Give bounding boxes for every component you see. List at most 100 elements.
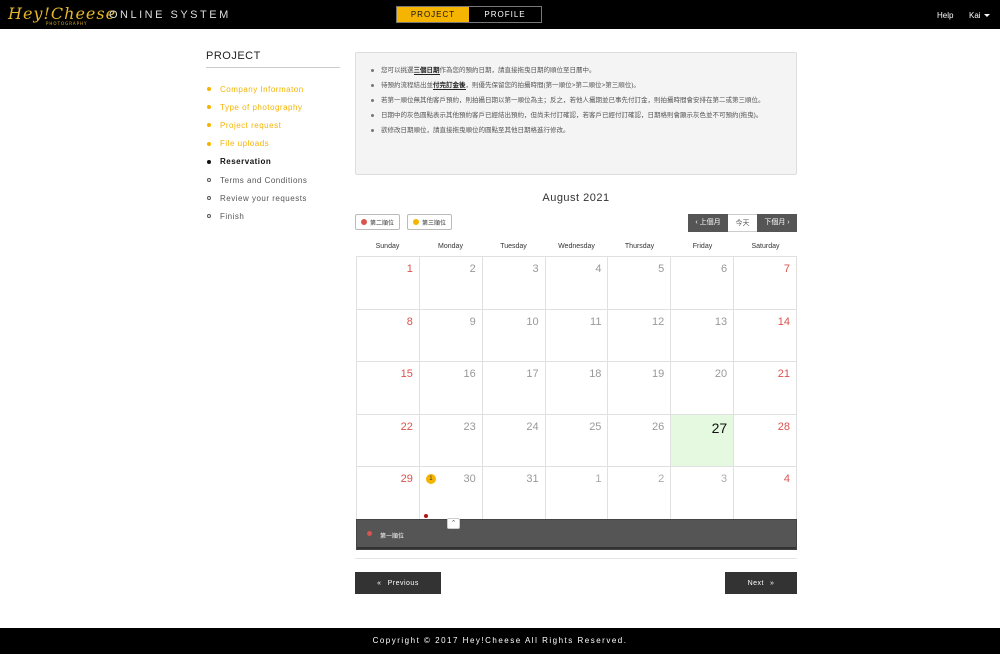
calendar-day[interactable]: 4 <box>734 467 798 520</box>
calendar-day[interactable]: 2 <box>419 257 483 310</box>
calendar-day[interactable]: 14 <box>734 309 798 362</box>
step-type-of-photography[interactable]: Type of photography <box>206 98 307 116</box>
instruction-item: 若第一順位無其他客戶預約，則拍攝日期以第一順位為主；反之，若他人攝期並已事先付訂… <box>370 95 782 106</box>
instruction-text: 日期中的灰色圓點表示其他預約客戶已經結出預約，但尚未付訂確認，若客戶已經付訂確認… <box>381 112 763 119</box>
reservation-badge[interactable]: 1 <box>425 474 436 484</box>
step-dot-icon <box>207 87 211 92</box>
calendar-day[interactable]: 3 <box>671 467 735 520</box>
weekday-label: Friday <box>692 243 713 250</box>
next-month-button[interactable]: 下個月 › <box>757 214 797 232</box>
instruction-emphasis: 三個日期 <box>413 67 440 75</box>
calendar-day[interactable]: 25 <box>545 414 609 467</box>
calendar-day[interactable]: 1 <box>545 467 609 520</box>
step-review-requests[interactable]: Review your requests <box>206 189 307 207</box>
calendar-day[interactable]: 10 <box>482 309 546 362</box>
calendar-day-today[interactable]: 27 <box>671 414 735 467</box>
step-finish[interactable]: Finish <box>206 207 307 225</box>
first-priority-dot-icon[interactable] <box>367 531 372 536</box>
day-number: 18 <box>589 368 602 380</box>
next-button[interactable]: Next » <box>725 572 797 594</box>
calendar-day[interactable]: 20 <box>671 362 735 415</box>
calendar-day[interactable]: 5 <box>608 257 672 310</box>
day-number: 4 <box>783 473 791 485</box>
calendar-day[interactable]: 24 <box>482 414 546 467</box>
logo-subtitle: PHOTOGRAPHY <box>46 21 88 26</box>
calendar-day[interactable]: 1 <box>357 257 420 310</box>
prev-month-button[interactable]: ‹ 上個月 <box>688 214 728 232</box>
legend-third-priority[interactable]: 第三順位 <box>407 214 453 230</box>
calendar-grid: 1 2 3 4 5 6 7 8 9 10 11 12 13 14 15 16 17 18 19 20 21 22 23 24 2… <box>356 256 798 520</box>
calendar-day[interactable]: 11 <box>545 309 609 362</box>
instruction-text: 作為您的預約日期，請直接拖曳日期的順位至日曆中。 <box>439 67 596 74</box>
yellow-dot-icon <box>413 219 419 225</box>
day-number: 15 <box>400 368 413 380</box>
day-number: 2 <box>469 263 476 275</box>
step-terms-and-conditions[interactable]: Terms and Conditions <box>206 171 307 189</box>
day-number: 8 <box>406 315 413 328</box>
user-name: Kai <box>969 11 981 20</box>
collapse-handle[interactable]: ⌃ <box>447 518 460 529</box>
calendar-day[interactable]: 8 <box>357 309 420 362</box>
day-number: 1 <box>595 473 602 485</box>
day-number: 22 <box>400 420 413 433</box>
day-number: 25 <box>589 420 602 433</box>
tab-profile[interactable]: PROFILE <box>469 7 541 22</box>
tab-group: PROJECT PROFILE <box>396 6 542 23</box>
day-number: 7 <box>783 263 791 275</box>
instruction-item: 日期中的灰色圓點表示其他預約客戶已經結出預約，但尚未付訂確認，若客戶已經付訂確認… <box>370 110 782 121</box>
day-number: 9 <box>469 315 476 328</box>
first-priority-label: 第一順位 <box>380 534 405 540</box>
calendar-day[interactable]: 26 <box>608 414 672 467</box>
calendar-day[interactable]: 19 <box>608 362 672 415</box>
priority-tray: 第一順位 <box>356 519 797 550</box>
legend-second-priority[interactable]: 第二順位 <box>355 214 401 230</box>
calendar-day[interactable]: 13 <box>671 309 735 362</box>
day-number: 31 <box>526 473 539 485</box>
calendar-day[interactable]: 21 <box>734 362 798 415</box>
divider <box>355 558 797 559</box>
calendar-day[interactable]: 6 <box>671 257 735 310</box>
calendar-day[interactable]: 30 1 <box>419 467 483 520</box>
calendar-day[interactable]: 17 <box>482 362 546 415</box>
calendar-day[interactable]: 18 <box>545 362 609 415</box>
instruction-text: 若第一順位無其他客戶預約，則拍攝日期以第一順位為主；反之，若他人攝期並已事先付訂… <box>381 97 765 104</box>
calendar-day[interactable]: 3 <box>482 257 546 310</box>
instruction-text: 您可以挑選 <box>381 67 414 74</box>
calendar-day[interactable]: 2 <box>608 467 672 520</box>
calendar-day[interactable]: 22 <box>357 414 420 467</box>
legend-label: 第三順位 <box>422 220 447 227</box>
calendar-day[interactable]: 12 <box>608 309 672 362</box>
calendar-day[interactable]: 31 <box>482 467 546 520</box>
instructions-list: 您可以挑選三個日期作為您的預約日期，請直接拖曳日期的順位至日曆中。 待預約流程結出… <box>370 65 782 136</box>
step-label: Type of photography <box>220 102 303 112</box>
calendar-day[interactable]: 23 <box>419 414 483 467</box>
step-label: Project request <box>220 120 282 130</box>
calendar-day[interactable]: 7 <box>734 257 798 310</box>
calendar-day[interactable]: 4 <box>545 257 609 310</box>
today-button[interactable]: 今天 <box>728 214 757 232</box>
month-title: August 2021 <box>542 192 610 204</box>
calendar-day[interactable]: 9 <box>419 309 483 362</box>
step-company-information[interactable]: Company Informaton <box>206 80 307 98</box>
calendar-day[interactable]: 28 <box>734 414 798 467</box>
day-number: 17 <box>526 368 539 380</box>
calendar-day[interactable]: 16 <box>419 362 483 415</box>
step-reservation[interactable]: Reservation <box>206 153 307 171</box>
help-link[interactable]: Help <box>937 11 953 20</box>
calendar-day[interactable]: 15 <box>357 362 420 415</box>
step-file-uploads[interactable]: File uploads <box>206 135 307 153</box>
tab-project[interactable]: PROJECT <box>397 7 469 22</box>
weekday-label: Sunday <box>375 243 400 250</box>
previous-button[interactable]: « Previous <box>355 572 441 594</box>
day-number: 10 <box>526 315 539 328</box>
weekday-header: Sunday Monday Tuesday Wednesday Thursday Frid… <box>356 243 797 250</box>
calendar-nav: ‹ 上個月 今天 下個月 › <box>688 214 797 232</box>
step-dot-icon <box>207 159 211 164</box>
day-number: 11 <box>590 315 602 328</box>
calendar-week: 8 9 10 11 12 13 14 <box>357 309 798 362</box>
day-number: 16 <box>463 368 476 380</box>
calendar-day[interactable]: 29 <box>357 467 420 520</box>
step-project-request[interactable]: Project request <box>206 116 307 134</box>
user-menu[interactable]: Kai <box>969 11 990 20</box>
legend-label: 第二順位 <box>370 220 395 227</box>
